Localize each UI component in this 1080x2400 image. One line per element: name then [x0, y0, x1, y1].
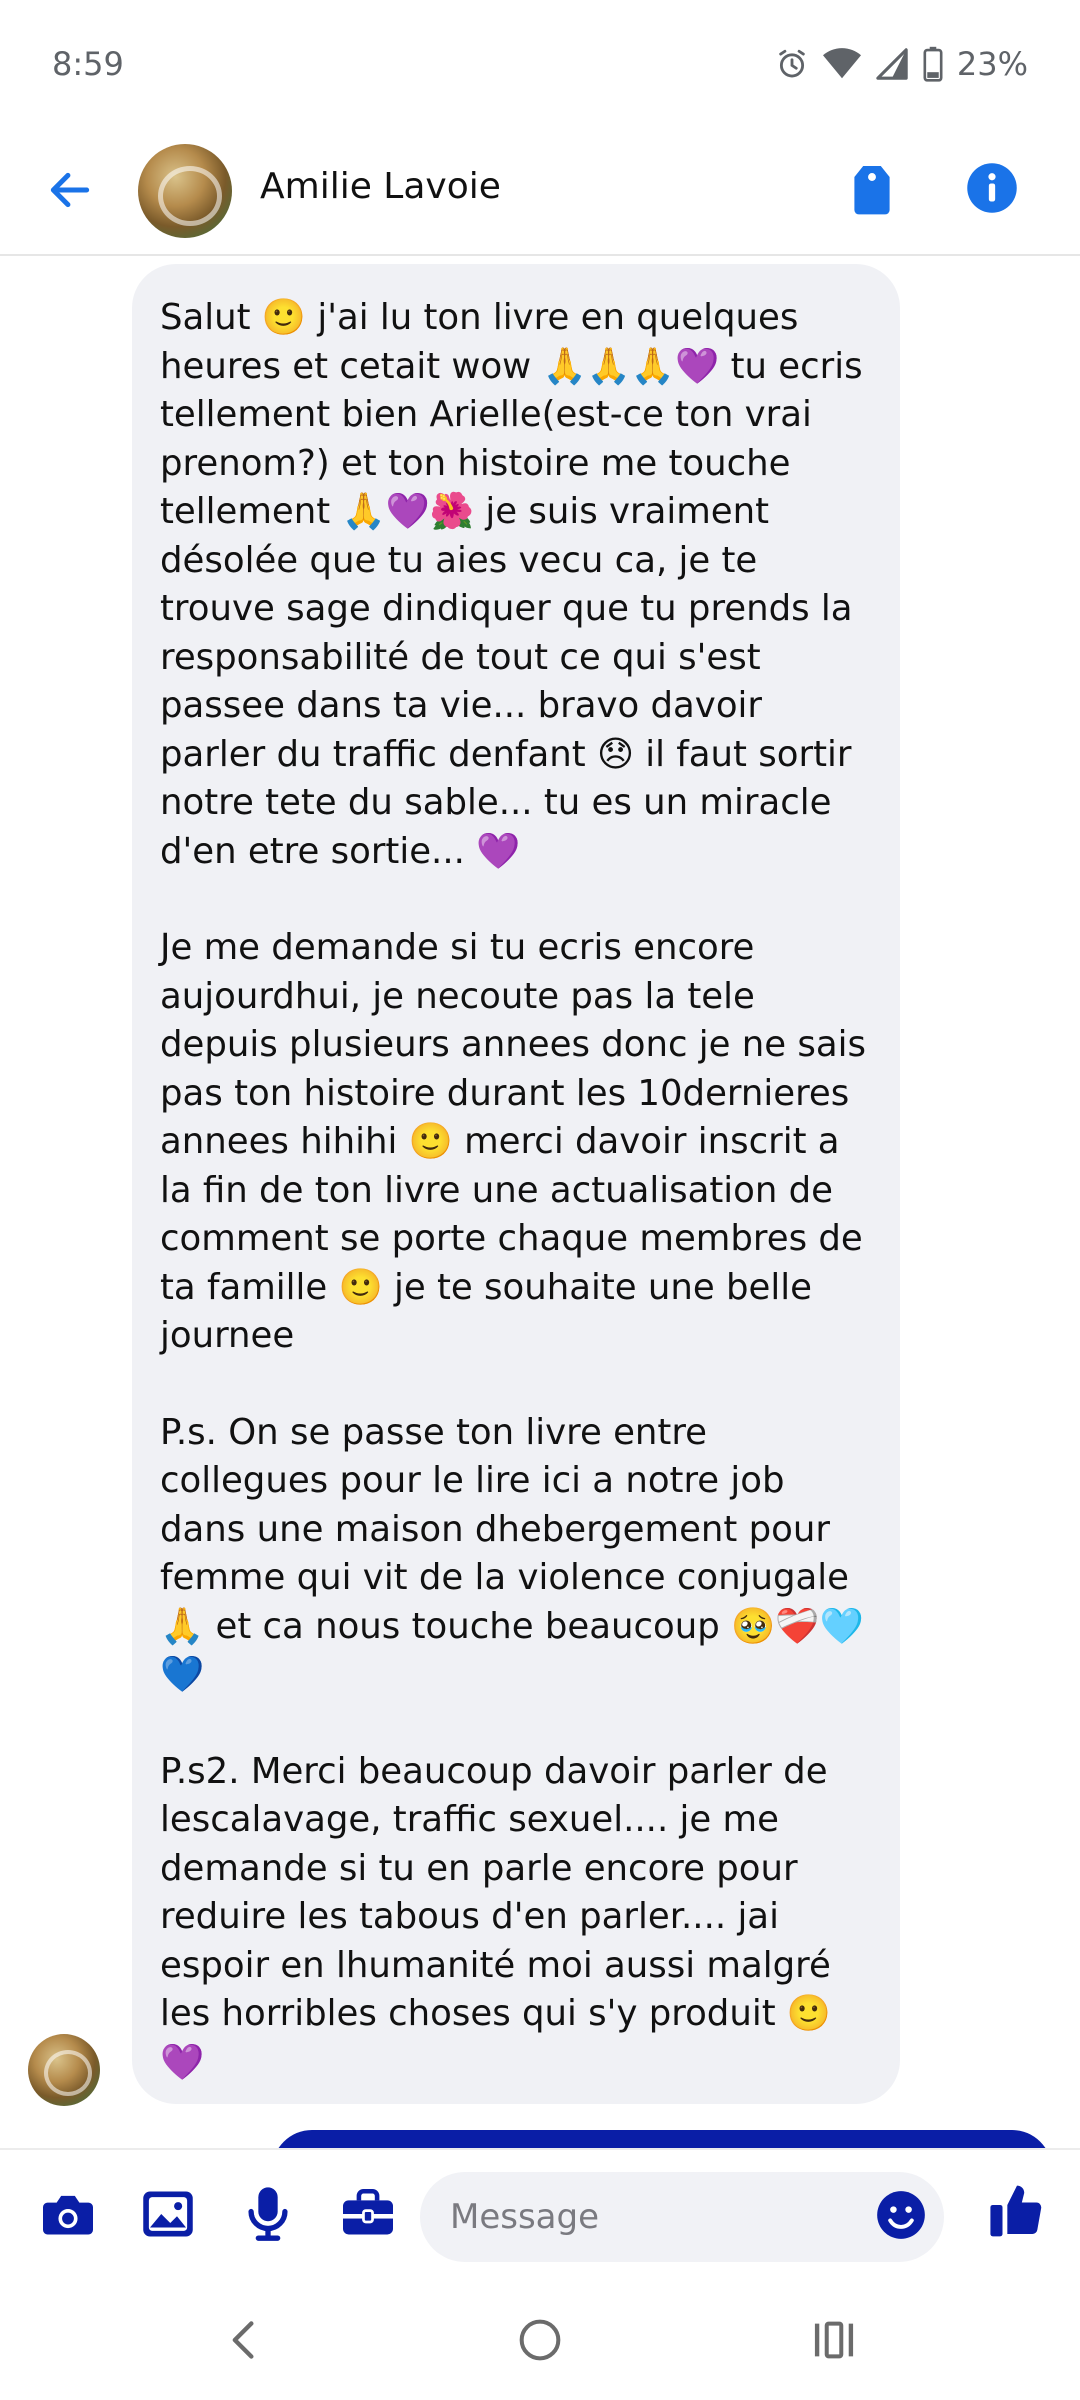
- contact-avatar[interactable]: [138, 144, 232, 238]
- signal-icon: [875, 47, 909, 81]
- nav-home-icon: [518, 2318, 562, 2366]
- message-composer: [0, 2148, 1080, 2284]
- emoji-button[interactable]: [870, 2186, 932, 2248]
- outgoing-message-bubble[interactable]: [272, 2130, 1052, 2148]
- system-navigation-bar: [0, 2284, 1080, 2400]
- nav-back-button[interactable]: [212, 2310, 276, 2374]
- status-bar: 8:59 23%: [0, 0, 1080, 128]
- emoji-icon: [875, 2189, 927, 2245]
- message-input-container[interactable]: [420, 2172, 944, 2262]
- tag-icon: [850, 161, 894, 219]
- message-thread[interactable]: Salut 🙂 j'ai lu ton livre en quelques he…: [0, 258, 1080, 2148]
- thumbs-up-icon: [988, 2183, 1046, 2243]
- camera-button[interactable]: [36, 2184, 100, 2248]
- nav-home-button[interactable]: [508, 2310, 572, 2374]
- message-input[interactable]: [450, 2172, 850, 2262]
- message-paragraph: P.s. On se passe ton livre entre collegu…: [160, 1411, 864, 1696]
- status-time: 8:59: [52, 45, 124, 83]
- info-button[interactable]: [960, 158, 1024, 222]
- image-icon: [141, 2189, 195, 2243]
- briefcase-icon: [340, 2189, 396, 2243]
- back-arrow-icon: [45, 165, 95, 219]
- status-icons: 23%: [775, 45, 1028, 83]
- apps-button[interactable]: [336, 2184, 400, 2248]
- battery-icon: [923, 46, 943, 82]
- alarm-icon: [775, 47, 809, 81]
- message-paragraph: P.s2. Merci beaucoup davoir parler de le…: [160, 1750, 843, 2083]
- microphone-icon: [246, 2185, 290, 2247]
- message-paragraph: Je me demande si tu ecris encore aujourd…: [160, 927, 878, 1356]
- sender-avatar[interactable]: [28, 2034, 100, 2106]
- tag-button[interactable]: [840, 158, 904, 222]
- messenger-screen: 8:59 23% Amilie Lavoie Salut 🙂 j'ai lu t…: [0, 0, 1080, 2400]
- camera-icon: [40, 2189, 96, 2243]
- gallery-button[interactable]: [136, 2184, 200, 2248]
- back-button[interactable]: [40, 162, 100, 222]
- conversation-header: Amilie Lavoie: [0, 128, 1080, 256]
- nav-back-icon: [224, 2318, 264, 2366]
- info-icon: [965, 161, 1019, 219]
- incoming-message-bubble[interactable]: Salut 🙂 j'ai lu ton livre en quelques he…: [132, 264, 900, 2104]
- battery-percent: 23%: [956, 45, 1028, 83]
- nav-recents-icon: [812, 2320, 856, 2364]
- message-paragraph: Salut 🙂 j'ai lu ton livre en quelques he…: [160, 297, 874, 872]
- voice-button[interactable]: [236, 2184, 300, 2248]
- nav-recents-button[interactable]: [802, 2310, 866, 2374]
- like-button[interactable]: [982, 2178, 1052, 2248]
- wifi-icon: [822, 47, 861, 81]
- contact-name[interactable]: Amilie Lavoie: [260, 166, 501, 207]
